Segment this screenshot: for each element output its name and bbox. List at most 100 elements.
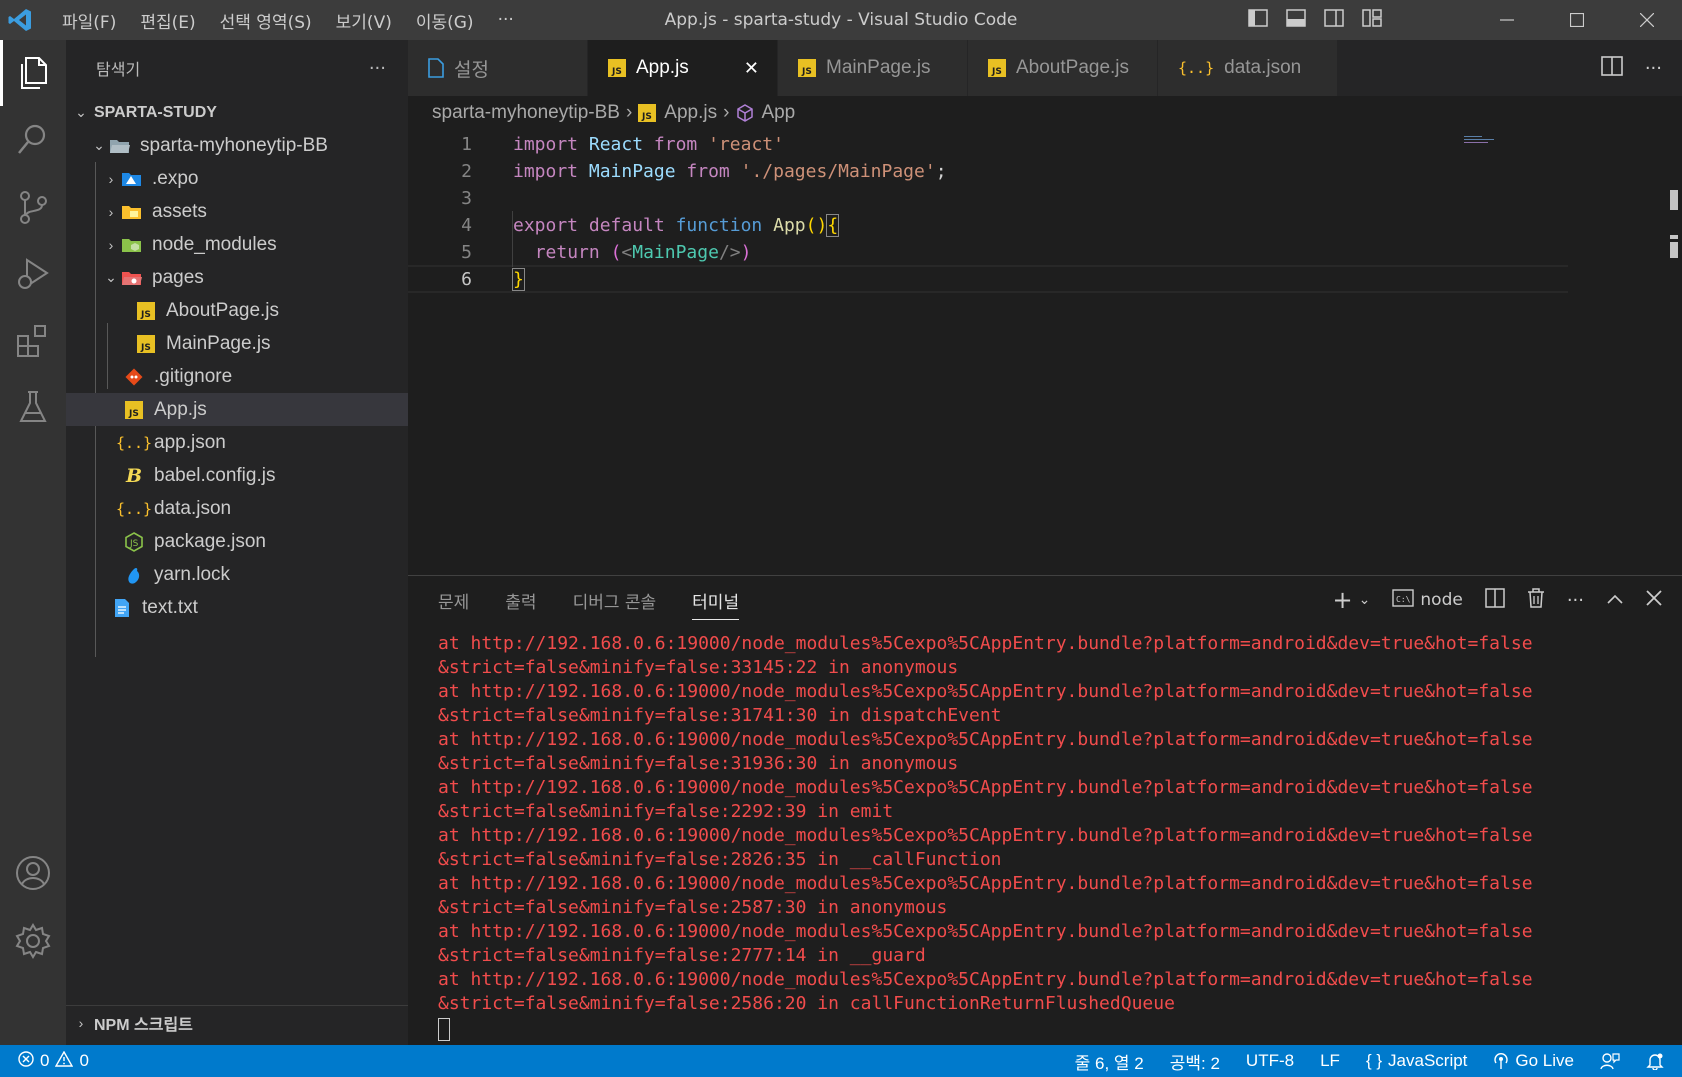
manage-gear-icon[interactable]: [0, 908, 66, 974]
menu-bar: 파일(F) 편집(E) 선택 영역(S) 보기(V) 이동(G) ···: [50, 0, 526, 40]
more-actions-icon[interactable]: ···: [1645, 58, 1662, 79]
toggle-panel-icon[interactable]: [1286, 9, 1306, 31]
tree-item-mainpage-js[interactable]: JS MainPage.js: [66, 327, 408, 360]
menu-more[interactable]: ···: [486, 10, 526, 30]
terminal-line: at http://192.168.0.6:19000/node_modules…: [438, 873, 1533, 894]
folder-open-icon: [108, 135, 132, 157]
breadcrumb-file[interactable]: App.js: [664, 102, 717, 124]
tab-data-json[interactable]: {..} data.json: [1158, 40, 1338, 96]
close-window-button[interactable]: [1612, 0, 1682, 40]
tree-item-babel-config-js[interactable]: B babel.config.js: [66, 459, 408, 492]
indentation[interactable]: 공백: 2: [1170, 1049, 1220, 1074]
toggle-primary-sidebar-icon[interactable]: [1248, 9, 1268, 31]
tab-app-js[interactable]: JS App.js ✕: [588, 40, 778, 96]
run-debug-icon[interactable]: [0, 240, 66, 306]
breadcrumb-folder[interactable]: sparta-myhoneytip-BB: [432, 102, 620, 124]
tab-aboutpage-js[interactable]: JS AboutPage.js: [968, 40, 1158, 96]
language-mode[interactable]: { } JavaScript: [1366, 1051, 1467, 1071]
terminal-line: at http://192.168.0.6:19000/node_modules…: [438, 633, 1533, 654]
workspace-header[interactable]: ⌄ SPARTA-STUDY: [66, 96, 408, 129]
close-panel-icon[interactable]: [1646, 589, 1662, 611]
js-file-icon: JS: [988, 59, 1006, 77]
overview-ruler-marker: [1670, 235, 1678, 239]
tree-item-expo[interactable]: › .expo: [66, 162, 408, 195]
explorer-more-button[interactable]: ···: [369, 58, 386, 79]
new-terminal-icon[interactable]: +: [1333, 586, 1353, 614]
tab-output[interactable]: 출력: [505, 576, 536, 624]
tree-item-node-modules[interactable]: › node_modules: [66, 228, 408, 261]
more-actions-icon[interactable]: ···: [1567, 590, 1584, 611]
menu-file[interactable]: 파일(F): [50, 8, 128, 33]
terminal-output[interactable]: at http://192.168.0.6:19000/node_modules…: [438, 632, 1668, 1041]
tree-item-gitignore[interactable]: .gitignore: [66, 360, 408, 393]
breadcrumb-symbol[interactable]: App: [761, 102, 795, 124]
tab-settings[interactable]: 설정: [408, 40, 588, 96]
tab-debug-console[interactable]: 디버그 콘솔: [573, 576, 657, 624]
js-file-icon: JS: [638, 104, 657, 122]
chevron-right-icon: ›: [108, 170, 114, 187]
extensions-icon[interactable]: [0, 308, 66, 374]
tree-item-app-js[interactable]: JS App.js: [66, 393, 408, 426]
minimap[interactable]: [1464, 130, 1504, 143]
close-tab-icon[interactable]: ✕: [744, 58, 759, 79]
minimize-button[interactable]: [1472, 0, 1542, 40]
chevron-down-icon: ⌄: [93, 137, 105, 153]
terminal-selector[interactable]: C:\ node: [1392, 588, 1463, 612]
terminal-line: at http://192.168.0.6:19000/node_modules…: [438, 681, 1533, 702]
split-editor-icon[interactable]: [1601, 56, 1623, 80]
explorer-icon[interactable]: [0, 40, 66, 106]
terminal-line: at http://192.168.0.6:19000/node_modules…: [438, 777, 1533, 798]
code-line: 3: [461, 187, 472, 209]
source-control-icon[interactable]: [0, 174, 66, 240]
menu-view[interactable]: 보기(V): [324, 8, 404, 33]
menu-edit[interactable]: 편집(E): [128, 8, 207, 33]
encoding[interactable]: UTF-8: [1246, 1051, 1294, 1071]
terminal-line: &strict=false&minify=false:33145:22 in a…: [438, 657, 959, 678]
tree-item-pages[interactable]: ⌄ pages: [66, 261, 408, 294]
menu-selection[interactable]: 선택 영역(S): [208, 8, 324, 33]
maximize-panel-icon[interactable]: [1606, 590, 1624, 610]
warning-count: 0: [79, 1051, 89, 1070]
toggle-secondary-sidebar-icon[interactable]: [1324, 9, 1344, 31]
js-file-icon: JS: [798, 59, 816, 77]
end-of-line[interactable]: LF: [1320, 1051, 1340, 1071]
json-icon: {..}: [115, 433, 153, 452]
tree-item-assets[interactable]: › assets: [66, 195, 408, 228]
menu-go[interactable]: 이동(G): [404, 8, 486, 33]
overview-ruler-marker: [1670, 190, 1678, 210]
js-file-icon: JS: [608, 59, 626, 77]
maximize-button[interactable]: [1542, 0, 1612, 40]
npm-scripts-section[interactable]: › NPM 스크립트: [66, 1006, 408, 1039]
chevron-down-icon[interactable]: ⌄: [1359, 592, 1371, 608]
tree-item-sparta-myhoneytip-BB[interactable]: ⌄ sparta-myhoneytip-BB: [66, 129, 408, 162]
code-editor[interactable]: 1 import React from 'react' 2 import Mai…: [408, 130, 1682, 575]
node-folder-icon: [120, 234, 144, 256]
tab-problems[interactable]: 문제: [438, 576, 469, 624]
trash-icon[interactable]: [1527, 587, 1545, 613]
go-live-button[interactable]: Go Live: [1493, 1051, 1574, 1071]
accounts-icon[interactable]: [0, 840, 66, 906]
cursor-position[interactable]: 줄 6, 열 2: [1075, 1049, 1144, 1074]
notifications-bell-icon[interactable]: [1646, 1052, 1664, 1070]
vscode-logo-icon: [0, 0, 40, 40]
tree-item-data-json[interactable]: {..} data.json: [66, 492, 408, 525]
js-file-icon: JS: [134, 300, 158, 322]
testing-flask-icon[interactable]: [0, 374, 66, 440]
tree-item-package-json[interactable]: JS package.json: [66, 525, 408, 558]
chevron-right-icon: ›: [108, 203, 114, 220]
tab-mainpage-js[interactable]: JS MainPage.js: [778, 40, 968, 96]
explorer-sidebar: 탐색기 ··· ⌄ SPARTA-STUDY ⌄ sparta-myhoneyt…: [66, 40, 408, 1045]
tree-item-aboutpage-js[interactable]: JS AboutPage.js: [66, 294, 408, 327]
tree-item-yarn-lock[interactable]: yarn.lock: [66, 558, 408, 591]
json-icon: {..}: [1178, 59, 1215, 77]
search-icon[interactable]: [0, 106, 66, 172]
tree-item-text-txt[interactable]: text.txt: [66, 591, 408, 624]
terminal-name: node: [1420, 590, 1463, 610]
chevron-right-icon: ›: [723, 102, 730, 123]
customize-layout-icon[interactable]: [1362, 9, 1382, 31]
feedback-icon[interactable]: [1600, 1052, 1620, 1070]
split-terminal-icon[interactable]: [1485, 587, 1505, 613]
problems-status[interactable]: 0 0: [18, 1050, 89, 1072]
tree-item-app-json[interactable]: {..} app.json: [66, 426, 408, 459]
tab-terminal[interactable]: 터미널: [692, 576, 739, 624]
